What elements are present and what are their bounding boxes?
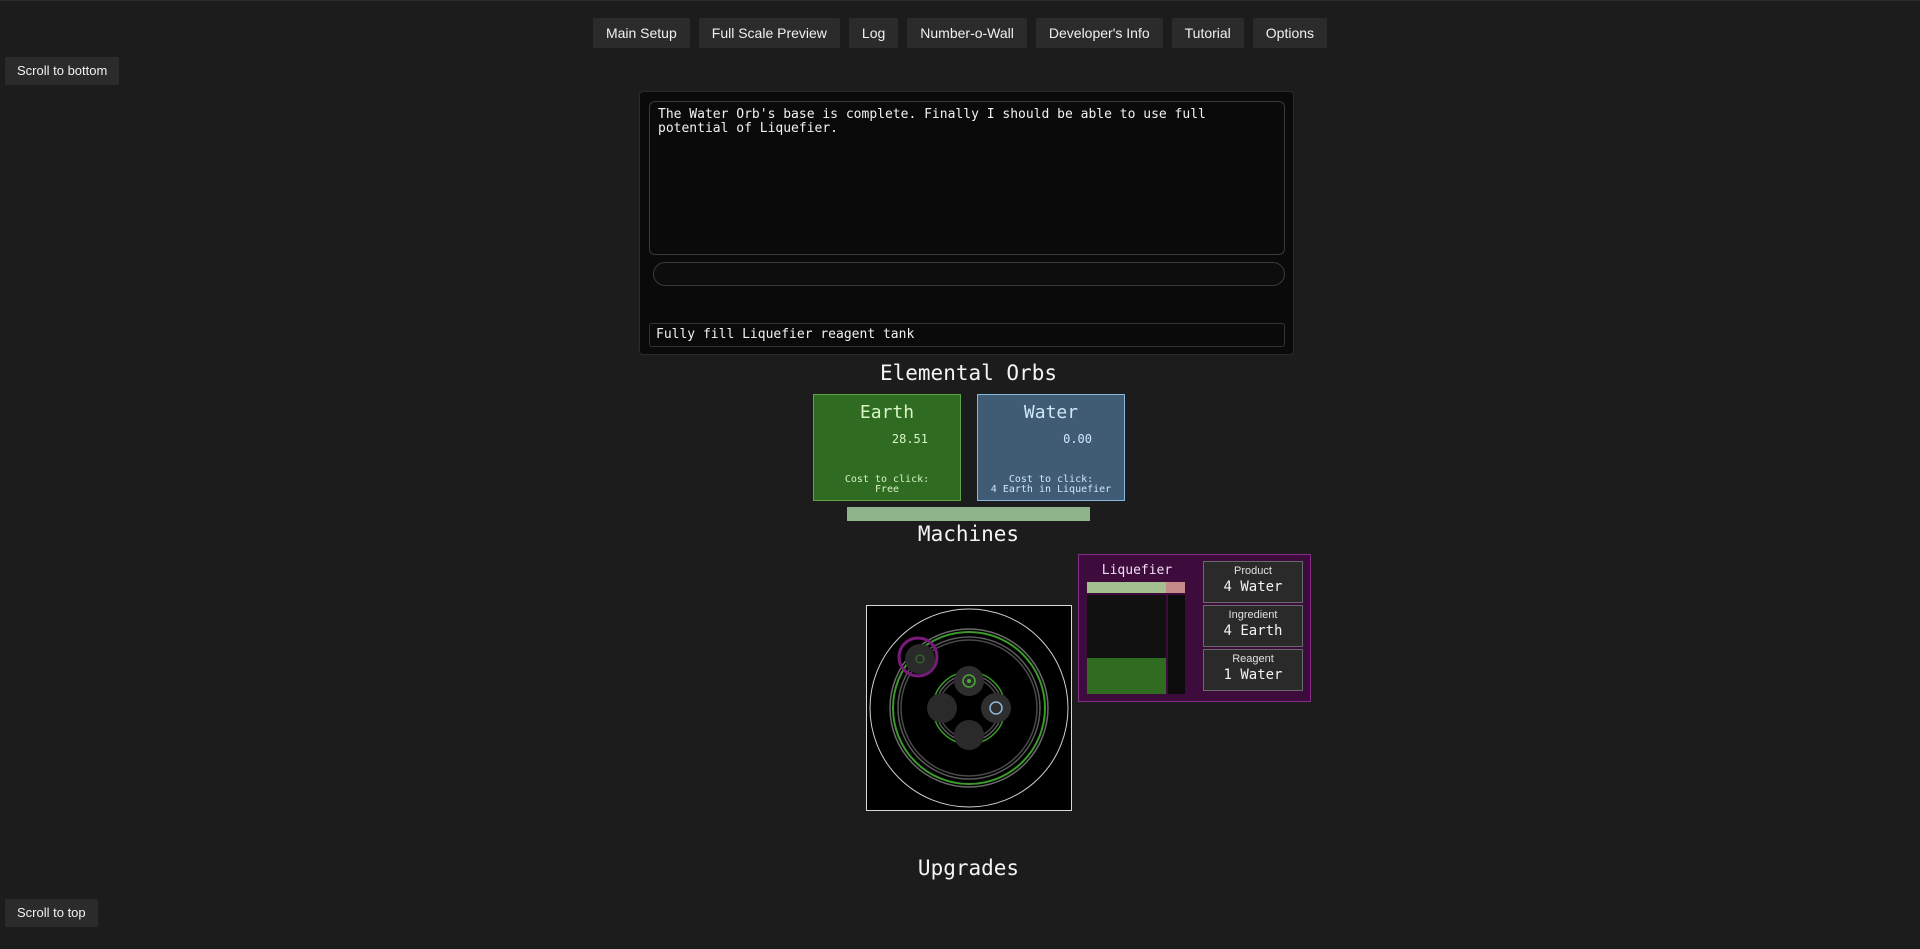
upgrades-title: Upgrades: [917, 856, 1020, 880]
stat-value: 1 Water: [1223, 667, 1283, 683]
console-input[interactable]: [653, 262, 1285, 286]
nav-options-button[interactable]: Options: [1252, 18, 1328, 48]
orb-name: Water: [1023, 402, 1079, 423]
machine-preview-canvas[interactable]: [866, 605, 1072, 811]
scroll-to-top-button[interactable]: Scroll to top: [5, 899, 98, 927]
earth-node-dot: [967, 679, 971, 683]
top-navigation: Main Setup Full Scale Preview Log Number…: [0, 18, 1920, 48]
ingredient-tank-fill: [1087, 658, 1166, 694]
liquefier-stats: Product 4 Water Ingredient 4 Earth Reage…: [1203, 561, 1303, 693]
stat-label: Reagent: [1232, 653, 1274, 665]
liquefier-title: Liquefier: [1101, 563, 1173, 578]
orb-name: Earth: [859, 402, 915, 423]
stat-label: Product: [1234, 565, 1272, 577]
nav-full-scale-preview-button[interactable]: Full Scale Preview: [698, 18, 840, 48]
orb-value: 28.51: [891, 432, 928, 446]
liquefier-machine-panel[interactable]: Liquefier Product 4 Water Ingredient 4 E…: [1078, 554, 1311, 702]
gear: [954, 720, 984, 750]
outer-ring: [869, 608, 1069, 808]
reagent-stat: Reagent 1 Water: [1203, 649, 1303, 691]
console-log: The Water Orb's base is complete. Finall…: [649, 101, 1285, 255]
nav-log-button[interactable]: Log: [848, 18, 899, 48]
nav-tutorial-button[interactable]: Tutorial: [1171, 18, 1244, 48]
orb-cost: Cost to click: Free: [814, 475, 960, 495]
stat-value: 4 Earth: [1223, 623, 1283, 639]
orb-progress-bar: [847, 507, 1090, 521]
product-stat: Product 4 Water: [1203, 561, 1303, 603]
nav-number-o-wall-button[interactable]: Number-o-Wall: [907, 18, 1027, 48]
elemental-orbs-title: Elemental Orbs: [879, 361, 1057, 385]
machine-diagram: [869, 608, 1069, 808]
earth-orb-button[interactable]: Earth 28.51 Cost to click: Free: [813, 394, 961, 501]
stat-label: Ingredient: [1228, 609, 1278, 621]
nav-main-setup-button[interactable]: Main Setup: [592, 18, 690, 48]
orb-cost: Cost to click: 4 Earth in Liquefier: [978, 475, 1124, 495]
orb-cost-value: Free: [874, 484, 900, 495]
nav-developers-info-button[interactable]: Developer's Info: [1035, 18, 1163, 48]
scroll-to-bottom-button[interactable]: Scroll to bottom: [5, 57, 120, 85]
orb-cost-value: 4 Earth in Liquefier: [990, 484, 1112, 495]
stat-value: 4 Water: [1223, 579, 1283, 595]
reagent-tank: [1168, 595, 1185, 694]
machines-title: Machines: [917, 522, 1020, 546]
water-orb-button[interactable]: Water 0.00 Cost to click: 4 Earth in Liq…: [977, 394, 1125, 501]
orb-progress-fill: [847, 507, 1090, 521]
orb-value: 0.00: [1063, 432, 1092, 446]
gear: [927, 693, 957, 723]
objective-text: Fully fill Liquefier reagent tank: [649, 323, 1285, 347]
liquefier-progress-bar: [1087, 582, 1185, 593]
liquefier-progress-fill: [1087, 582, 1167, 593]
ingredient-tank: [1087, 595, 1166, 694]
liquefier-gear: [905, 644, 935, 674]
console-panel: The Water Orb's base is complete. Finall…: [639, 91, 1294, 355]
ingredient-stat: Ingredient 4 Earth: [1203, 605, 1303, 647]
gear: [981, 693, 1011, 723]
